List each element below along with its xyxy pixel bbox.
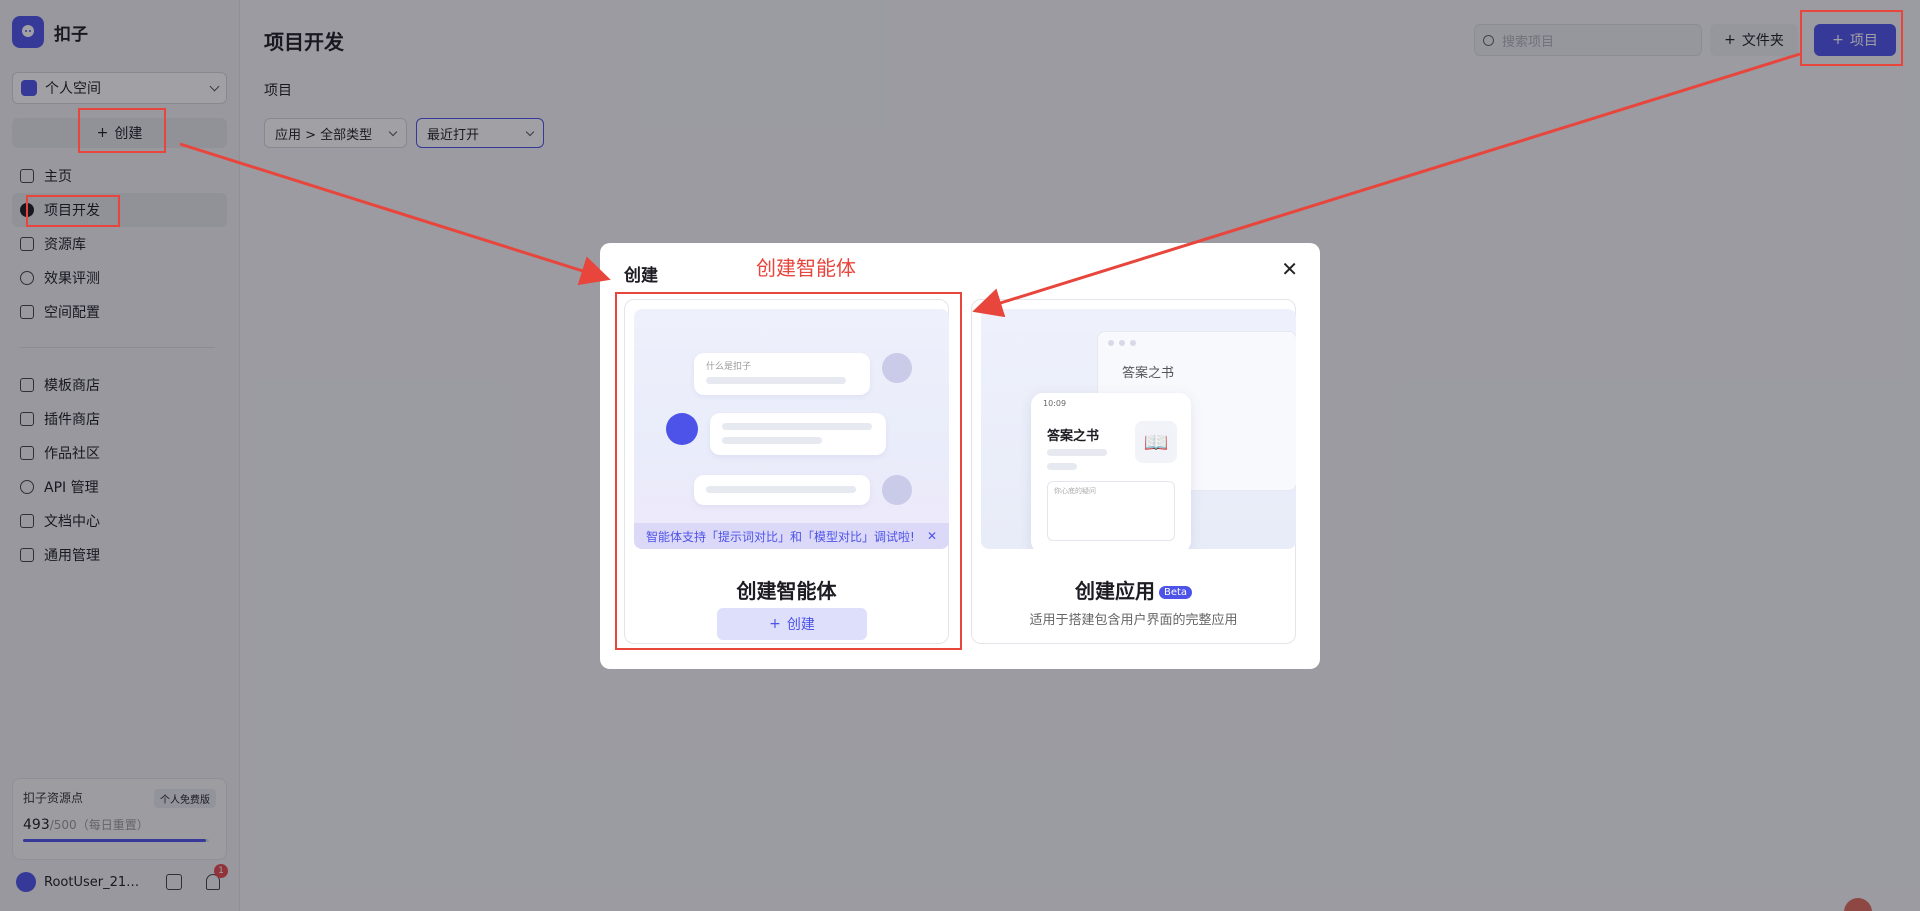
- app-card-description: 适用于搭建包含用户界面的完整应用: [1029, 613, 1238, 628]
- phone-mock: 10:09 答案之书 📖 你心底的疑问: [1031, 393, 1191, 549]
- close-icon[interactable]: ✕: [1281, 259, 1298, 279]
- app-card-title-text: 创建应用: [1074, 579, 1155, 603]
- modal-title: 创建: [624, 266, 658, 286]
- beta-badge: Beta: [1158, 586, 1193, 599]
- annotation-box-projects: [26, 195, 120, 227]
- app-card-title: 创建应用 Beta: [972, 575, 1295, 604]
- annotation-label: 创建智能体: [756, 256, 856, 280]
- annotation-box-project-button: [1800, 10, 1903, 66]
- phone-line: [1047, 463, 1077, 470]
- phone-title: 答案之书: [1047, 429, 1100, 444]
- book-icon: 📖: [1135, 421, 1177, 463]
- window-dots: [1108, 340, 1136, 346]
- annotation-box-create: [78, 108, 166, 153]
- phone-line: [1047, 449, 1107, 456]
- create-app-card[interactable]: 答案之书 10:09 答案之书 📖 你心底的疑问 创建应用 Beta 适用于搭建包…: [971, 299, 1296, 644]
- window-title: 答案之书: [1122, 366, 1175, 381]
- app-illustration: 答案之书 10:09 答案之书 📖 你心底的疑问: [981, 309, 1296, 549]
- phone-input-placeholder: 你心底的疑问: [1054, 487, 1096, 495]
- annotation-box-agent-card: [615, 292, 962, 650]
- phone-input: 你心底的疑问: [1047, 481, 1175, 541]
- phone-time: 10:09: [1043, 399, 1067, 408]
